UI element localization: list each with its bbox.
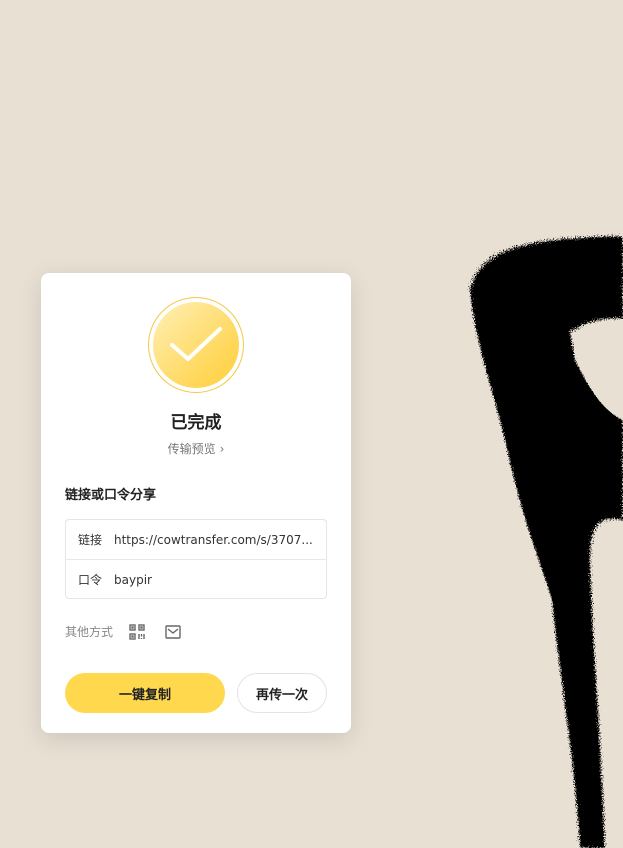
code-row[interactable]: 口令 baypir <box>66 559 326 599</box>
copy-all-button[interactable]: 一键复制 <box>65 673 225 713</box>
share-box: 链接 https://cowtransfer.com/s/3707... 口令 … <box>65 519 327 599</box>
share-section-title: 链接或口令分享 <box>65 488 157 503</box>
other-methods: 其他方式 <box>65 623 181 640</box>
check-icon <box>170 327 222 361</box>
link-label: 链接 <box>78 533 103 547</box>
mail-icon[interactable] <box>165 624 181 639</box>
transfer-complete-card: 已完成 传输预览 › 链接或口令分享 链接 https://cowtransfer… <box>41 273 351 733</box>
link-value[interactable]: https://cowtransfer.com/s/3707... <box>114 533 314 547</box>
other-methods-label: 其他方式 <box>65 625 114 639</box>
chevron-right-icon: › <box>219 442 225 456</box>
status-title: 已完成 <box>170 413 222 433</box>
link-row[interactable]: 链接 https://cowtransfer.com/s/3707... <box>66 520 326 559</box>
success-badge <box>148 297 244 393</box>
qrcode-icon[interactable] <box>129 623 145 640</box>
transfer-preview-label: 传输预览 <box>167 442 216 456</box>
transfer-preview-link[interactable]: 传输预览 › <box>41 440 351 457</box>
code-label: 口令 <box>78 573 103 587</box>
code-value[interactable]: baypir <box>114 573 314 587</box>
transfer-again-button[interactable]: 再传一次 <box>237 673 327 713</box>
